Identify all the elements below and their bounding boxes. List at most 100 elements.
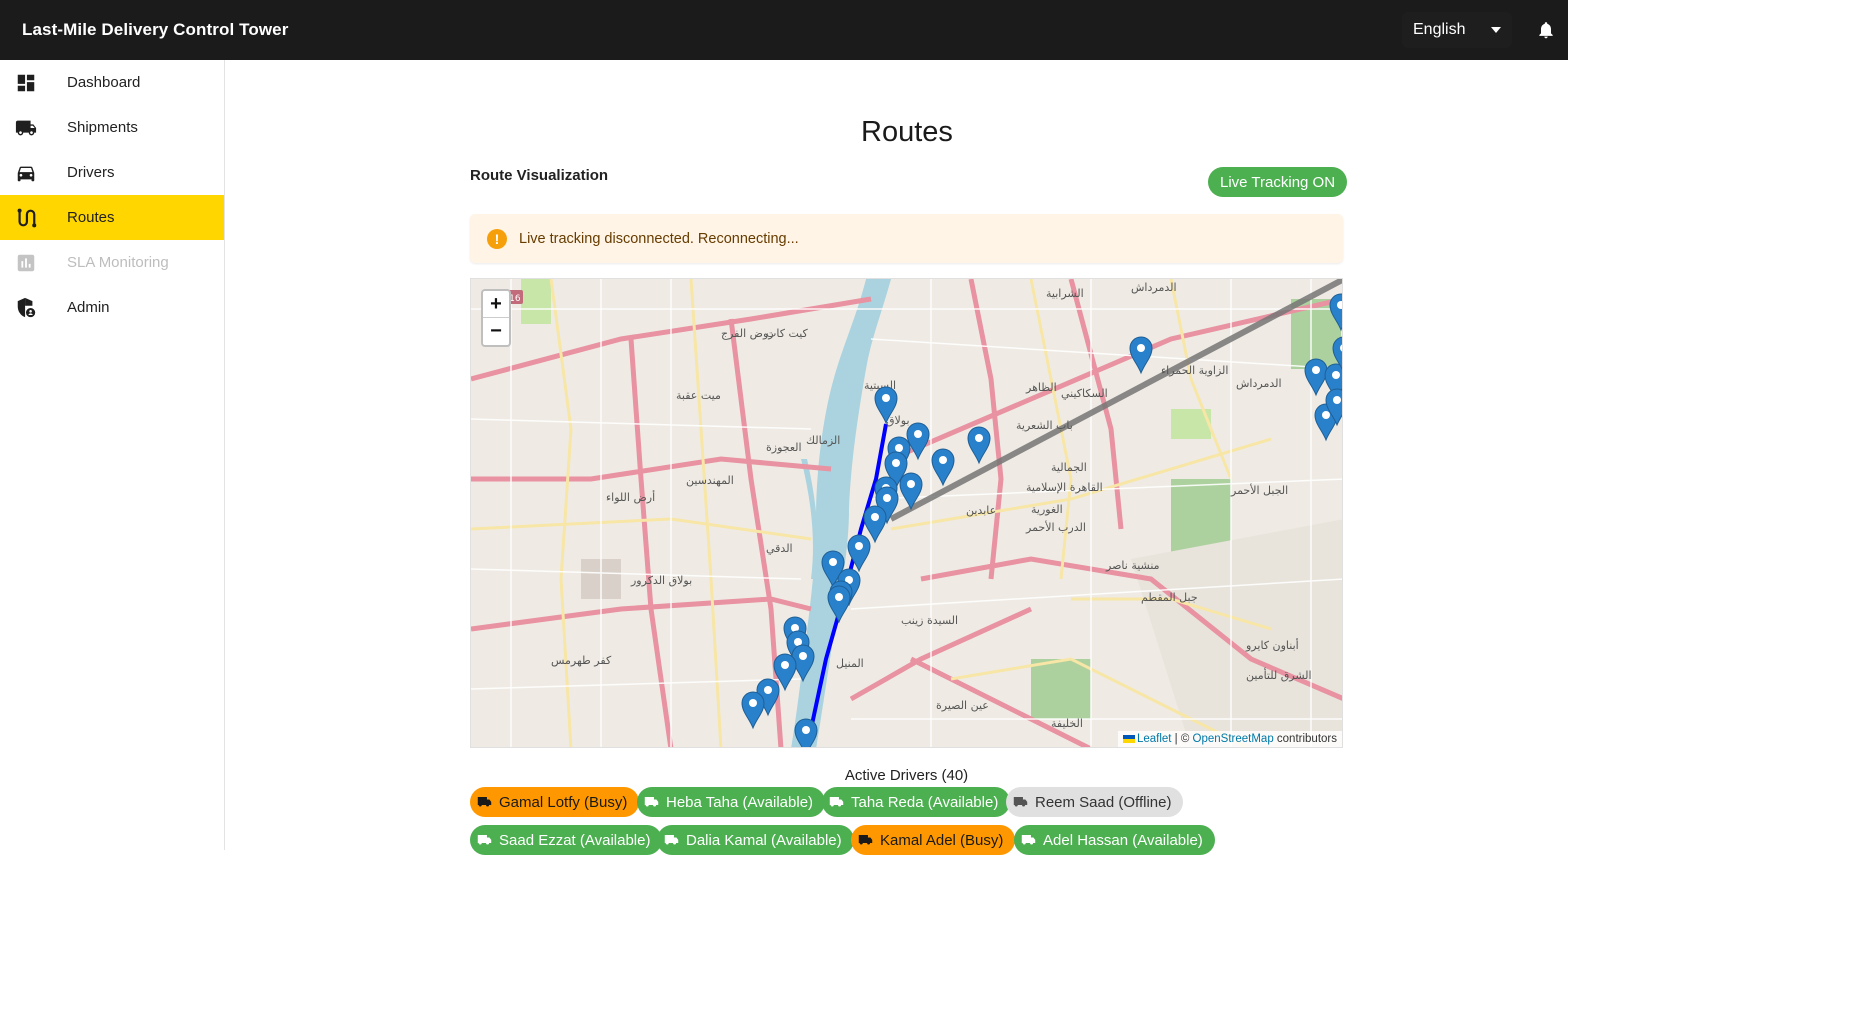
attribution-tail: contributors: [1273, 733, 1337, 745]
driver-chip-label: Kamal Adel (Busy): [880, 831, 1004, 849]
map-marker-dot: [802, 726, 810, 734]
driver-chip[interactable]: Heba Taha (Available): [637, 787, 826, 817]
driver-chip-label: Saad Ezzat (Available): [499, 831, 651, 849]
map-marker-dot: [1332, 371, 1340, 379]
chevron-down-icon: [1491, 27, 1501, 33]
truck-icon: [829, 796, 844, 806]
svg-text:أرض اللواء: أرض اللواء: [606, 490, 655, 504]
svg-text:ميت عقبة: ميت عقبة: [676, 389, 721, 402]
map-marker-dot: [855, 542, 863, 550]
driver-chip[interactable]: Taha Reda (Available): [822, 787, 1011, 817]
sidebar-item-shipments[interactable]: Shipments: [0, 105, 224, 150]
svg-text:الدرب الأحمر: الدرب الأحمر: [1025, 520, 1086, 534]
truck-icon: [858, 834, 873, 844]
map-marker-dot: [781, 661, 789, 669]
map-marker-dot: [764, 686, 772, 694]
svg-text:أبناون كايرو: أبناون كايرو: [1245, 638, 1299, 652]
zoom-out-button[interactable]: −: [483, 318, 509, 345]
map-marker-dot: [871, 513, 879, 521]
svg-text:الجمالية: الجمالية: [1051, 461, 1087, 474]
driver-chip-label: Reem Saad (Offline): [1035, 793, 1172, 811]
sidebar-item-label: Dashboard: [67, 74, 141, 91]
svg-text:العجوزة: العجوزة: [766, 441, 802, 454]
sidebar-item-label: Shipments: [67, 119, 138, 136]
svg-text:الزمالك: الزمالك: [806, 434, 840, 447]
sidebar-item-routes[interactable]: Routes: [0, 195, 224, 240]
map-marker-dot: [1312, 366, 1320, 374]
driver-chip[interactable]: Adel Hassan (Available): [1014, 825, 1215, 855]
warning-alert: ! Live tracking disconnected. Reconnecti…: [470, 214, 1343, 263]
svg-text:الظاهر: الظاهر: [1025, 381, 1057, 394]
svg-text:عين الصيرة: عين الصيرة: [936, 699, 989, 712]
top-app-bar: Last-Mile Delivery Control Tower English: [0, 0, 1568, 60]
driver-chip[interactable]: Kamal Adel (Busy): [851, 825, 1016, 855]
bar-chart-icon: [17, 254, 35, 272]
zoom-in-button[interactable]: +: [483, 291, 509, 318]
car-icon: [17, 166, 35, 182]
truck-icon: [477, 834, 492, 844]
sidebar-item-drivers[interactable]: Drivers: [0, 150, 224, 195]
truck-icon: [1021, 834, 1036, 844]
truck-icon: [477, 796, 492, 806]
map-marker-dot: [835, 593, 843, 601]
map-marker-dot: [895, 444, 903, 452]
driver-chip-label: Gamal Lotfy (Busy): [499, 793, 628, 811]
driver-chip[interactable]: Gamal Lotfy (Busy): [470, 787, 640, 817]
sidebar-item-admin[interactable]: Admin: [0, 285, 224, 330]
sidebar-item-label: Routes: [67, 209, 115, 226]
svg-text:الشرق للتأمين: الشرق للتأمين: [1246, 667, 1312, 682]
map-marker-dot: [1322, 411, 1330, 419]
language-select-value: English: [1413, 21, 1466, 38]
sidebar-item-label: Drivers: [67, 164, 115, 181]
svg-text:القاهرة الإسلامية: القاهرة الإسلامية: [1026, 481, 1103, 494]
app-title: Last-Mile Delivery Control Tower: [22, 20, 289, 39]
openstreetmap-link[interactable]: OpenStreetMap: [1193, 733, 1274, 745]
leaflet-link[interactable]: Leaflet: [1137, 733, 1172, 745]
svg-text:جبل المقطم: جبل المقطم: [1141, 591, 1198, 604]
svg-text:الدمرداش: الدمرداش: [1131, 281, 1177, 294]
language-select[interactable]: English: [1402, 12, 1512, 48]
svg-text:كفر طهرمس: كفر طهرمس: [551, 654, 612, 667]
truck-icon: [644, 796, 659, 806]
map-marker-dot: [1333, 396, 1341, 404]
svg-text:منشية ناصر: منشية ناصر: [1105, 559, 1160, 572]
svg-text:السكاكيني: السكاكيني: [1061, 387, 1108, 400]
svg-text:عابدين: عابدين: [966, 504, 996, 517]
map-marker-dot: [882, 394, 890, 402]
svg-text:الغورية: الغورية: [1031, 503, 1063, 516]
map-marker-dot: [939, 456, 947, 464]
map-marker-dot: [829, 558, 837, 566]
svg-text:الشرابية: الشرابية: [1046, 287, 1084, 300]
warning-icon: !: [487, 229, 507, 249]
svg-text:المنيل: المنيل: [836, 657, 864, 670]
map-marker-dot: [1137, 344, 1145, 352]
alert-message: Live tracking disconnected. Reconnecting…: [519, 231, 799, 247]
section-title-route-visualization: Route Visualization: [470, 167, 609, 184]
truck-icon: [15, 120, 37, 136]
sidebar-item-sla-monitoring: SLA Monitoring: [0, 240, 224, 285]
driver-chip-label: Adel Hassan (Available): [1043, 831, 1203, 849]
driver-chip[interactable]: Saad Ezzat (Available): [470, 825, 663, 855]
map-marker-dot: [892, 459, 900, 467]
page-title: Routes: [861, 116, 953, 148]
driver-chip[interactable]: Dalia Kamal (Available): [657, 825, 854, 855]
live-tracking-chip[interactable]: Live Tracking ON: [1208, 167, 1348, 197]
driver-chip-label: Taha Reda (Available): [851, 793, 999, 811]
driver-chip[interactable]: Reem Saad (Offline): [1006, 787, 1184, 817]
dashboard-icon: [17, 74, 35, 92]
active-drivers-title: Active Drivers (40): [844, 767, 969, 784]
svg-text:كيت كات: كيت كات: [766, 327, 809, 340]
sidebar-item-dashboard[interactable]: Dashboard: [0, 60, 224, 105]
map-marker-dot: [907, 480, 915, 488]
bell-icon[interactable]: [1536, 20, 1556, 40]
route-map[interactable]: 516 روض الفرج كيت كات الشرابية الدمرداش …: [470, 278, 1343, 748]
sidebar-item-label: SLA Monitoring: [67, 254, 169, 271]
truck-icon: [1013, 796, 1028, 806]
map-marker-dot: [799, 652, 807, 660]
map-tiles[interactable]: 516 روض الفرج كيت كات الشرابية الدمرداش …: [471, 279, 1343, 748]
attribution-separator: | ©: [1171, 733, 1193, 745]
ukraine-flag-icon: [1122, 734, 1135, 743]
main-content: Routes Route Visualization Live Tracking…: [226, 60, 1568, 855]
svg-text:الجبل الأحمر: الجبل الأحمر: [1230, 483, 1288, 497]
driver-chip-label: Heba Taha (Available): [666, 793, 814, 811]
